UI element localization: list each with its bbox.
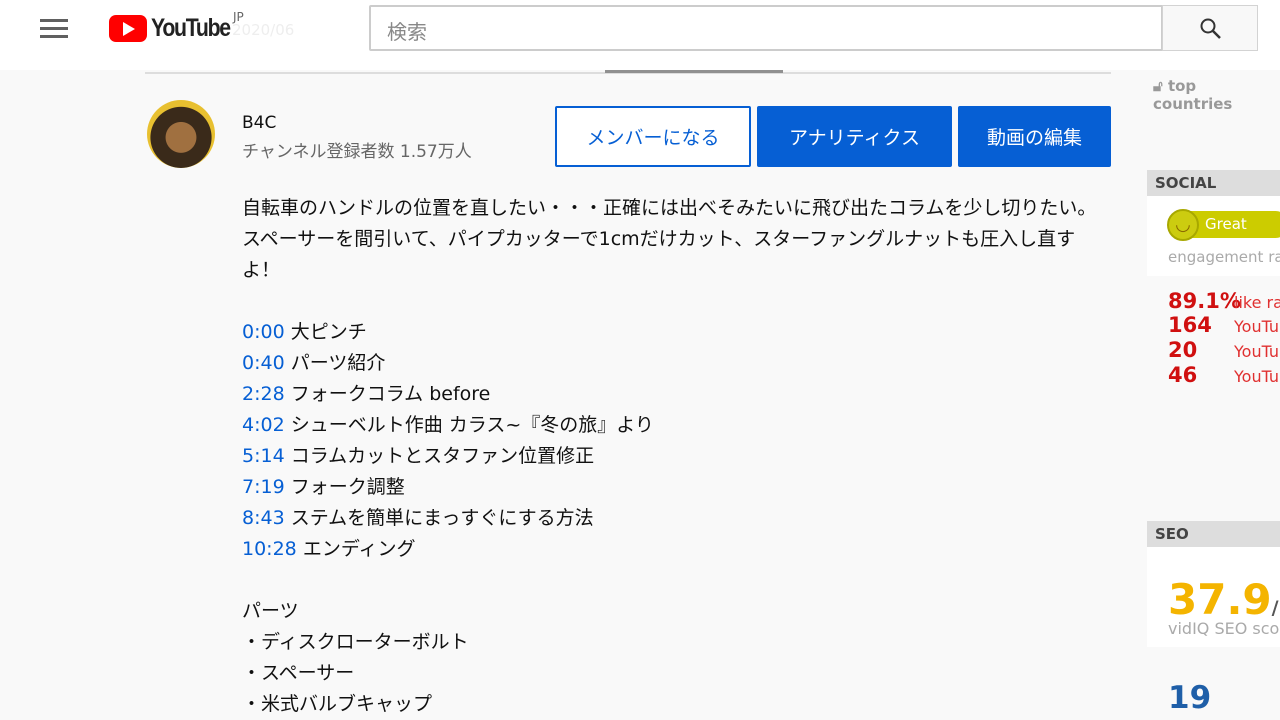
- seo-max: /10: [1271, 597, 1280, 619]
- chapter-title: エンディング: [302, 538, 416, 560]
- chapter-timestamp[interactable]: 2:28: [242, 383, 285, 405]
- top-countries[interactable]: 🔓︎ top countries: [1153, 77, 1280, 113]
- logo-text: YouTube: [151, 14, 231, 42]
- seo-score: 37.9: [1168, 575, 1272, 624]
- top-countries-label: top countries: [1153, 77, 1233, 113]
- chapter-timestamp[interactable]: 0:40: [242, 352, 285, 374]
- analytics-button[interactable]: アナリティクス: [757, 106, 952, 167]
- chapter-title: コラムカットとスタファン位置修正: [290, 445, 595, 467]
- chapter-timestamp[interactable]: 4:02: [242, 414, 285, 436]
- stat-label: like rat: [1234, 293, 1280, 312]
- seo-panel: 37.9/10 vidIQ SEO score: [1147, 547, 1280, 647]
- chapter-timestamp[interactable]: 8:43: [242, 507, 285, 529]
- parts-heading: パーツ: [242, 600, 299, 622]
- chapter-item: 8:43 ステムを簡単にまっすぐにする方法: [242, 503, 1112, 534]
- description-intro: 自転車のハンドルの位置を直したい・・・正確には出べそみたいに飛び出たコラムを少し…: [242, 197, 1097, 281]
- chapter-item: 5:14 コラムカットとスタファン位置修正: [242, 441, 1112, 472]
- next-stat-value: 19: [1168, 680, 1212, 716]
- chapter-item: 7:19 フォーク調整: [242, 472, 1112, 503]
- social-stat: 89.1%like rat: [1168, 289, 1280, 313]
- search-input[interactable]: 検索: [369, 5, 1163, 51]
- divider: [145, 70, 1111, 74]
- stat-value: 164: [1168, 313, 1212, 337]
- social-stat: 20 YouTu: [1168, 338, 1279, 362]
- stat-label: YouTu Comm: [1234, 367, 1280, 386]
- search-icon: [1200, 18, 1221, 39]
- vidiq-sidebar: 🔓︎ top countries SOCIAL Great ◡ engageme…: [1147, 70, 1280, 720]
- chapter-title: シューベルト作曲 カラス~『冬の旅』より: [290, 414, 654, 436]
- chapter-timestamp[interactable]: 0:00: [242, 321, 285, 343]
- menu-icon[interactable]: [40, 19, 68, 39]
- chapter-item: 10:28 エンディング: [242, 534, 1112, 565]
- part-item: ・スペーサー: [242, 662, 355, 684]
- chapter-timestamp[interactable]: 5:14: [242, 445, 285, 467]
- channel-name[interactable]: B4C: [242, 113, 276, 133]
- description: 自転車のハンドルの位置を直したい・・・正確には出べそみたいに飛び出たコラムを少し…: [242, 193, 1112, 720]
- engagement-label: engagement rate: [1168, 248, 1280, 266]
- social-stat: 164 YouTu: [1168, 313, 1279, 337]
- edit-video-button[interactable]: 動画の編集: [958, 106, 1111, 167]
- seo-label: vidIQ SEO score: [1168, 619, 1280, 638]
- youtube-logo[interactable]: YouTube JP: [109, 10, 244, 43]
- part-item: ・米式バルブキャップ: [242, 693, 433, 715]
- chapter-item: 2:28 フォークコラム before: [242, 379, 1112, 410]
- stat-label: YouTu: [1234, 342, 1280, 361]
- engagement-panel: Great ◡ engagement rate: [1147, 196, 1280, 276]
- chapter-title: フォーク調整: [290, 476, 405, 498]
- chapter-timestamp[interactable]: 7:19: [242, 476, 285, 498]
- chapter-item: 0:40 パーツ紹介: [242, 348, 1112, 379]
- chapter-title: パーツ紹介: [290, 352, 386, 374]
- join-button[interactable]: メンバーになる: [555, 106, 751, 167]
- chapter-timestamp[interactable]: 10:28: [242, 538, 297, 560]
- smiley-icon: ◡: [1167, 209, 1199, 241]
- social-stat: 46 YouTu Comm: [1168, 363, 1280, 387]
- chapter-item: 0:00 大ピンチ: [242, 317, 1112, 348]
- chapter-title: ステムを簡単にまっすぐにする方法: [290, 507, 594, 529]
- search-button[interactable]: [1162, 5, 1258, 51]
- stat-value: 20: [1168, 338, 1198, 362]
- seo-header: SEO: [1147, 521, 1280, 547]
- region-label: JP: [233, 10, 244, 24]
- stat-value: 46: [1168, 363, 1198, 387]
- play-icon: [109, 15, 147, 42]
- stat-value: 89.1%: [1168, 289, 1241, 313]
- top-bar: 2020/06 YouTube JP 検索: [0, 0, 1280, 70]
- avatar[interactable]: [147, 100, 215, 168]
- chapter-title: フォークコラム before: [290, 383, 491, 405]
- chapter-item: 4:02 シューベルト作曲 カラス~『冬の旅』より: [242, 410, 1112, 441]
- subscriber-count: チャンネル登録者数 1.57万人: [242, 142, 472, 162]
- chapter-title: 大ピンチ: [290, 321, 367, 343]
- stat-label: YouTu: [1234, 317, 1280, 336]
- social-header: SOCIAL: [1147, 170, 1280, 196]
- part-item: ・ディスクローターボルト: [242, 631, 469, 653]
